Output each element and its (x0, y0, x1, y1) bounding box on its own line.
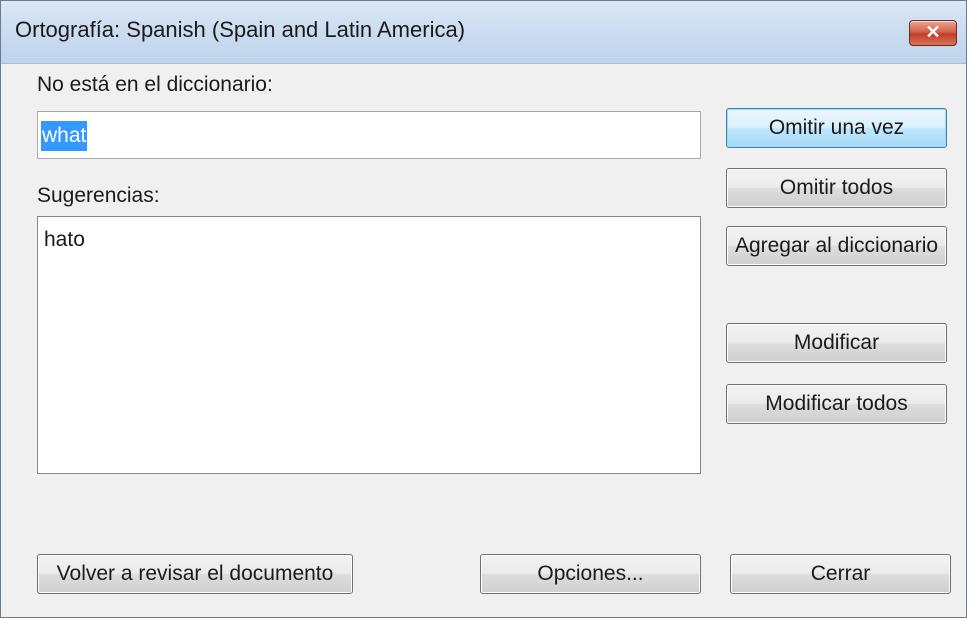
ignore-once-button[interactable]: Omitir una vez (726, 108, 947, 148)
list-item[interactable]: hato (44, 228, 85, 252)
suggestions-label: Sugerencias: (37, 184, 160, 207)
add-to-dictionary-button[interactable]: Agregar al diccionario (726, 226, 947, 266)
ignore-all-button[interactable]: Omitir todos (726, 168, 947, 208)
close-icon[interactable]: ✕ (909, 20, 957, 46)
options-button[interactable]: Opciones... (480, 554, 701, 594)
close-button[interactable]: Cerrar (730, 554, 951, 594)
not-in-dictionary-label: No está en el diccionario: (37, 73, 273, 96)
not-in-dictionary-field[interactable]: what (37, 111, 701, 159)
suggestions-list[interactable]: hato (37, 216, 701, 474)
selected-word[interactable]: what (41, 121, 88, 151)
spelling-dialog: Ortografía: Spanish (Spain and Latin Ame… (0, 0, 967, 618)
recheck-document-button[interactable]: Volver a revisar el documento (37, 554, 353, 594)
title-bar[interactable]: Ortografía: Spanish (Spain and Latin Ame… (1, 1, 966, 64)
change-button[interactable]: Modificar (726, 323, 947, 363)
change-all-button[interactable]: Modificar todos (726, 384, 947, 424)
window-title: Ortografía: Spanish (Spain and Latin Ame… (15, 17, 466, 42)
